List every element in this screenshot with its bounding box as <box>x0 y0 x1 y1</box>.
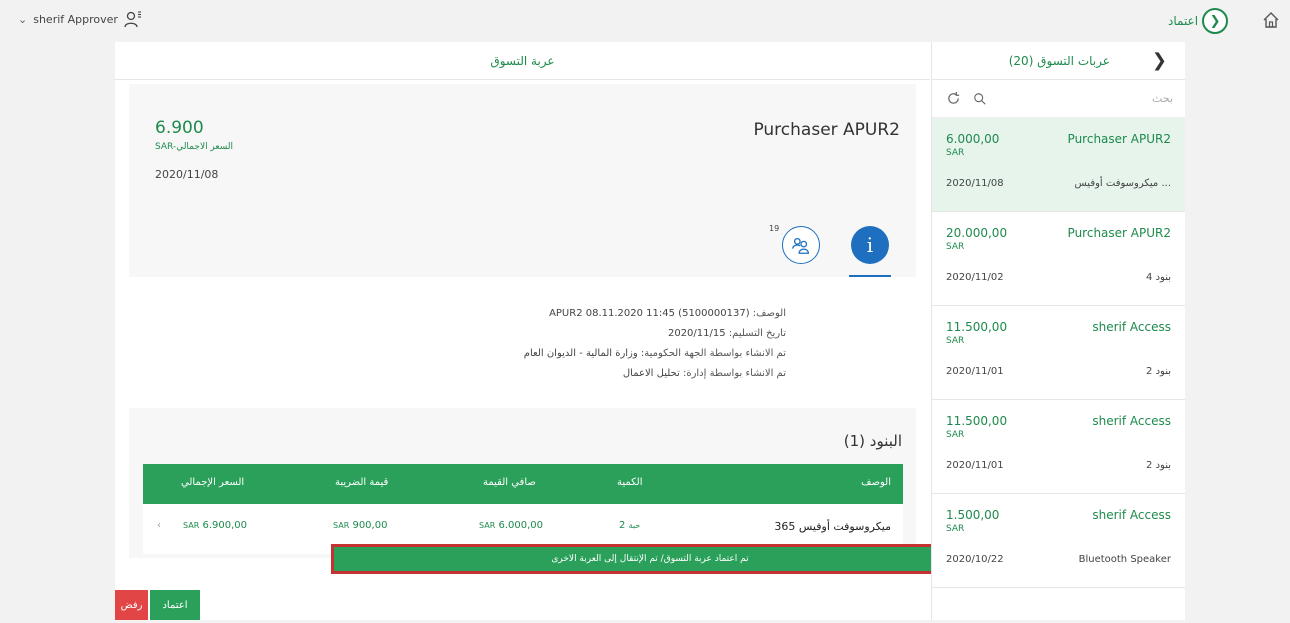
item-subtitle: 2 بنود <box>1146 366 1171 377</box>
list-item[interactable]: 6.000,00 SAR Purchaser APUR2 2020/11/08 … <box>932 118 1185 212</box>
item-date: 2020/10/22 <box>946 554 1004 565</box>
item-amount: 6.000,00 <box>946 132 1000 146</box>
brand-logo: اعتماد ❯ <box>1168 8 1229 34</box>
col-net-value: صافي القيمة <box>483 477 536 488</box>
chevron-down-icon[interactable]: ⌄ <box>18 13 27 26</box>
info-key: تاريخ التسليم: <box>728 328 786 339</box>
info-value: 2020/11/15 <box>667 328 726 339</box>
user-menu[interactable]: ⌄ sherif Approver <box>18 10 142 28</box>
item-date: 2020/11/01 <box>946 460 1004 471</box>
home-icon[interactable] <box>1262 11 1280 29</box>
row-description: ميكروسوفت أوفيس 365 <box>774 520 891 533</box>
item-subtitle: 2 بنود <box>1146 460 1171 471</box>
item-currency: SAR <box>946 524 965 534</box>
info-icon: i <box>866 233 874 257</box>
total-amount-label: SAR-السعر الاجمالي <box>155 142 234 152</box>
item-currency: SAR <box>946 242 965 252</box>
refresh-icon[interactable] <box>946 91 961 106</box>
top-bar: ⌄ sherif Approver اعتماد ❯ <box>0 0 1290 38</box>
master-header: عربات التسوق (20) ❯ <box>932 42 1185 80</box>
row-tax: SAR 900,00 <box>333 520 388 531</box>
info-key: الوصف: <box>752 308 786 319</box>
item-date: 2020/11/08 <box>946 178 1004 189</box>
approve-button[interactable]: اعتماد <box>150 590 200 620</box>
user-icon[interactable] <box>124 10 142 28</box>
tab-info[interactable]: i <box>851 226 889 264</box>
footer-toolbar: رفض اعتماد <box>115 590 930 620</box>
search-icon[interactable] <box>973 92 987 106</box>
success-toast: تم اعتماد عربة التسوق/ تم الإنتقال إلى ا… <box>331 544 969 574</box>
row-chevron-icon[interactable]: ‹ <box>157 520 161 531</box>
item-date: 2020/11/02 <box>946 272 1004 283</box>
item-subtitle: ميكروسوفت أوفيس ... <box>1074 178 1171 189</box>
object-header: 6.900 SAR-السعر الاجمالي 2020/11/08 Purc… <box>129 84 916 277</box>
master-list: عربات التسوق (20) ❯ بحث 6.000,00 SAR Pur… <box>931 42 1185 620</box>
info-created-by-entity: تم الانشاء بواسطة الجهة الحكومية: وزارة … <box>524 348 786 359</box>
item-subtitle: Bluetooth Speaker <box>1078 554 1171 565</box>
item-title: Purchaser APUR2 <box>1067 226 1171 240</box>
brand-logo-icon: ❯ <box>1202 8 1229 34</box>
search-tools <box>946 91 987 106</box>
item-currency: SAR <box>946 430 965 440</box>
tab-approvers[interactable] <box>782 226 820 264</box>
info-key: تم الانشاء بواسطة الجهة الحكومية: <box>640 348 786 359</box>
row-total: SAR 6.900,00 <box>183 520 247 531</box>
item-amount: 1.500,00 <box>946 508 1000 522</box>
item-title: sherif Access <box>1092 508 1171 522</box>
info-value: وزارة المالية - الديوان العام <box>523 348 638 359</box>
list-item[interactable]: 11.500,00 SAR sherif Access 2020/11/01 2… <box>932 400 1185 494</box>
cart-title: Purchaser APUR2 <box>753 120 900 140</box>
approvers-count: 19 <box>769 224 780 233</box>
total-amount: 6.900 <box>155 118 204 138</box>
item-title: Purchaser APUR2 <box>1067 132 1171 146</box>
item-amount: 20.000,00 <box>946 226 1008 240</box>
info-delivery-date: تاريخ التسليم: 2020/11/15 <box>668 328 786 339</box>
col-description: الوصف <box>861 477 891 488</box>
list-item[interactable]: 20.000,00 SAR Purchaser APUR2 2020/11/02… <box>932 212 1185 306</box>
items-title: البنود (1) <box>843 432 902 450</box>
item-amount: 11.500,00 <box>946 320 1008 334</box>
item-amount: 11.500,00 <box>946 414 1008 428</box>
user-name[interactable]: sherif Approver <box>33 13 118 26</box>
info-description: الوصف: APUR2 08.11.2020 11:45 (510000013… <box>549 308 786 319</box>
col-quantity: الكمية <box>617 477 643 488</box>
info-value: APUR2 08.11.2020 11:45 (5100000137) <box>549 308 750 319</box>
list-item[interactable]: 1.500,00 SAR sherif Access 2020/10/22 Bl… <box>932 494 1185 588</box>
items-table-header: الوصف الكمية صافي القيمة قيمة الضريبة ال… <box>143 464 903 504</box>
toast-message: تم اعتماد عربة التسوق/ تم الإنتقال إلى ا… <box>551 554 749 564</box>
search-bar[interactable]: بحث <box>932 80 1185 118</box>
list-item[interactable]: 11.500,00 SAR sherif Access 2020/11/01 2… <box>932 306 1185 400</box>
row-qty: حبة 2 <box>619 520 641 531</box>
item-date: 2020/11/01 <box>946 366 1004 377</box>
detail-header: عربة التسوق <box>115 42 930 80</box>
brand-text: اعتماد <box>1168 14 1199 28</box>
reject-button[interactable]: رفض <box>115 590 148 620</box>
search-input[interactable]: بحث <box>1152 92 1173 105</box>
people-icon <box>792 237 809 254</box>
detail-title: عربة التسوق <box>490 53 555 68</box>
item-subtitle: 4 بنود <box>1146 272 1171 283</box>
row-net: SAR 6.000,00 <box>479 520 543 531</box>
detail-pane: عربة التسوق 6.900 SAR-السعر الاجمالي 202… <box>115 42 969 620</box>
info-section: الوصف: APUR2 08.11.2020 11:45 (510000013… <box>129 278 916 408</box>
item-currency: SAR <box>946 148 965 158</box>
item-title: sherif Access <box>1092 414 1171 428</box>
master-title: عربات التسوق (20) <box>1008 53 1110 68</box>
info-key: تم الانشاء بواسطة إدارة: <box>682 368 786 379</box>
cart-date: 2020/11/08 <box>155 168 219 181</box>
info-value: تحليل الاعمال <box>622 368 680 379</box>
col-tax: قيمة الضريبة <box>335 477 389 488</box>
main-container: عربة التسوق 6.900 SAR-السعر الاجمالي 202… <box>115 42 1185 620</box>
col-total: السعر الإجمالي <box>181 477 245 488</box>
info-created-by-dept: تم الانشاء بواسطة إدارة: تحليل الاعمال <box>623 368 786 379</box>
chevron-right-icon[interactable]: ❯ <box>1152 50 1167 71</box>
item-title: sherif Access <box>1092 320 1171 334</box>
items-section: البنود (1) الوصف الكمية صافي القيمة قيمة… <box>129 408 916 558</box>
tab-selected-indicator <box>849 275 891 277</box>
item-currency: SAR <box>946 336 965 346</box>
